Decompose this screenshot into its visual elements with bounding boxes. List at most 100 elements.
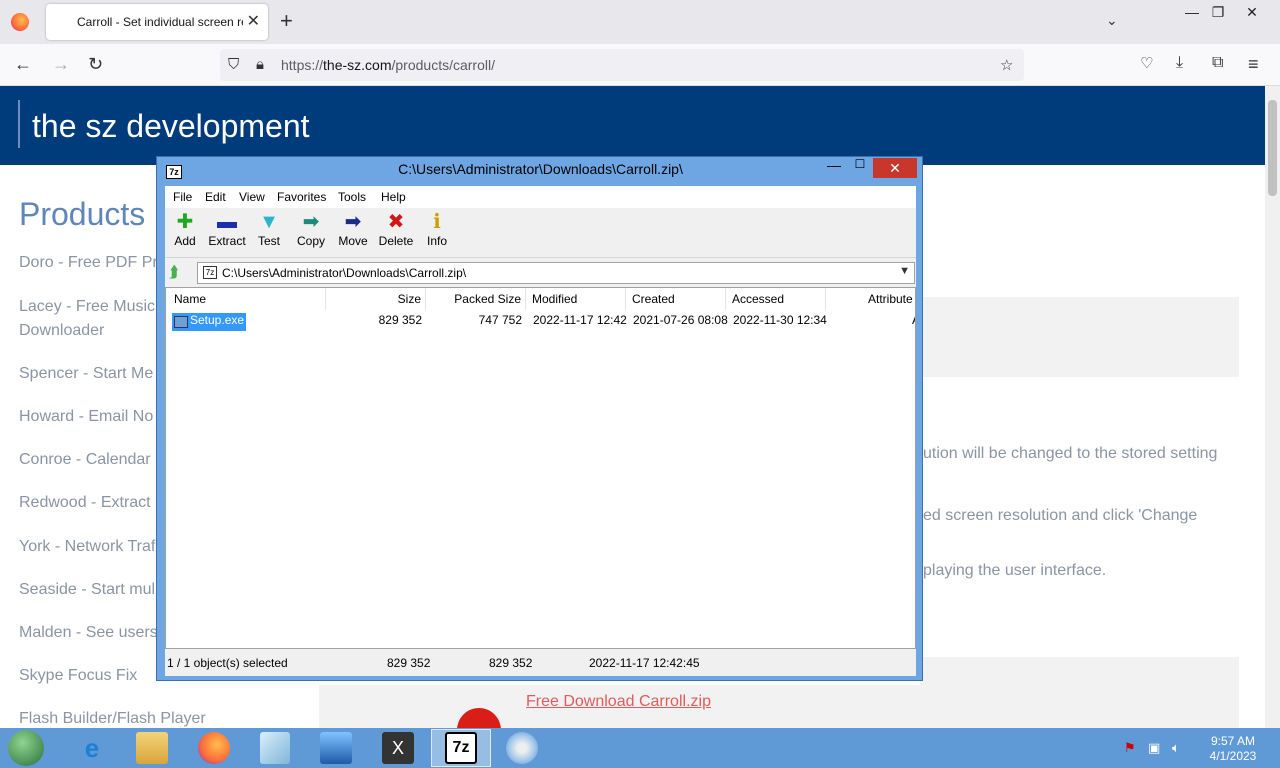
new-tab-button[interactable]: + [280, 8, 293, 34]
product-link[interactable]: Lacey - Free Music [19, 295, 155, 319]
menu-file[interactable]: File [173, 190, 192, 204]
volume-muted-icon[interactable]: 🔈︎ [1172, 740, 1180, 756]
file-accessed: 2022-11-30 12:34 [733, 313, 827, 327]
test-button[interactable]: ▼ Test [249, 210, 289, 248]
window-close-button[interactable]: ✕ [1240, 4, 1264, 21]
7zip-menu-bar: File Edit View Favorites Tools Help [165, 186, 916, 208]
url-bar[interactable]: ⛉ 🔒︎ https://the-sz.com/products/carroll… [220, 49, 1024, 81]
menu-icon[interactable]: ≡ [1248, 54, 1259, 75]
7zip-minimize-button[interactable]: — [824, 157, 844, 177]
notepad-icon[interactable] [260, 732, 290, 764]
file-attributes: A [912, 313, 915, 327]
info-button[interactable]: ℹ Info [417, 210, 457, 248]
screen: Carroll - Set individual screen re ✕ + ⌄… [0, 0, 1280, 768]
column-header-size[interactable]: Size [326, 288, 426, 310]
network-flag-icon[interactable]: ⚑ [1124, 740, 1136, 756]
column-header-modified[interactable]: Modified [526, 288, 626, 310]
7zip-address-row: ⮭ 7z C:\Users\Administrator\Downloads\Ca… [165, 260, 916, 286]
file-size: 829 352 [378, 313, 422, 327]
menu-help[interactable]: Help [381, 190, 406, 204]
window-restore-button[interactable]: ❐ [1206, 4, 1230, 21]
copy-button[interactable]: ➡ Copy [291, 210, 331, 248]
page-scrollbar[interactable] [1265, 86, 1280, 728]
page-scroll-thumb[interactable] [1268, 100, 1277, 196]
x64dbg-icon[interactable]: X [382, 732, 414, 764]
product-link[interactable]: Howard - Email No [19, 405, 153, 429]
browser-tab-bar: Carroll - Set individual screen re ✕ + ⌄… [0, 0, 1280, 44]
window-minimize-button[interactable]: — [1180, 4, 1204, 20]
product-link[interactable]: Skype Focus Fix [19, 664, 137, 688]
file-name[interactable]: Setup.exe [190, 313, 244, 327]
status-size: 829 352 [387, 656, 431, 670]
virtualbox-icon[interactable] [320, 732, 352, 764]
site-brand[interactable]: the sz development [32, 108, 310, 145]
product-link[interactable]: Redwood - Extract [19, 491, 151, 515]
clock-date: 4/1/2023 [1209, 749, 1257, 763]
bookmark-star-icon[interactable]: ☆ [1000, 56, 1013, 74]
7zip-maximize-button[interactable]: ☐ [850, 157, 870, 177]
7zip-file-list[interactable]: Name Size Packed Size Modified Created A… [165, 287, 916, 649]
move-button[interactable]: ➡ Move [333, 210, 373, 248]
product-link[interactable]: Malden - See users [19, 621, 158, 645]
ie-icon[interactable]: e [72, 732, 112, 764]
menu-edit[interactable]: Edit [205, 190, 226, 204]
back-arrow-icon[interactable]: ← [14, 54, 32, 75]
column-header-attributes[interactable]: Attribute [826, 288, 915, 310]
browser-tab[interactable]: Carroll - Set individual screen re ✕ [46, 4, 268, 40]
browser-nav-bar: ← → ↻ ⛉ 🔒︎ https://the-sz.com/products/c… [0, 44, 1280, 86]
system-clock[interactable]: 9:57 AM 4/1/2023 [1198, 734, 1268, 764]
delete-button[interactable]: ✖ Delete [376, 210, 416, 248]
toolbar-label: Extract [208, 234, 246, 248]
column-header-name[interactable]: Name [166, 288, 326, 310]
check-icon: ▼ [259, 211, 279, 233]
arrow-move-icon: ➡ [344, 211, 362, 233]
forward-arrow-icon[interactable]: → [52, 54, 70, 75]
menu-favorites[interactable]: Favorites [277, 190, 326, 204]
firefox-icon[interactable] [11, 13, 29, 31]
7zip-taskbar-icon[interactable]: 7z [445, 732, 477, 764]
chevron-down-icon[interactable]: ▼ [899, 265, 910, 277]
content-box [920, 297, 1239, 377]
column-header-packed-size[interactable]: Packed Size [426, 288, 526, 310]
column-header-created[interactable]: Created [626, 288, 726, 310]
7zip-address-combo[interactable]: 7z C:\Users\Administrator\Downloads\Carr… [197, 262, 915, 284]
product-link[interactable]: Downloader [19, 319, 104, 343]
address-text: C:\Users\Administrator\Downloads\Carroll… [222, 266, 467, 280]
menu-view[interactable]: View [239, 190, 265, 204]
lock-icon[interactable]: 🔒︎ [256, 56, 264, 73]
minus-icon: ▬ [217, 211, 237, 233]
plus-icon: ✚ [176, 211, 194, 233]
menu-tools[interactable]: Tools [338, 190, 366, 204]
shield-icon[interactable]: ⛉ [228, 56, 239, 73]
start-button[interactable] [8, 730, 44, 766]
file-explorer-icon[interactable] [136, 732, 168, 764]
column-header-accessed[interactable]: Accessed [726, 288, 826, 310]
extract-button[interactable]: ▬ Extract [207, 210, 247, 248]
extensions-icon[interactable]: ⧉ [1212, 54, 1223, 72]
toolbar-label: Test [257, 234, 280, 248]
clock-time: 9:57 AM [1210, 734, 1256, 748]
product-link[interactable]: York - Network Traf [19, 535, 155, 559]
toolbar-label: Move [338, 234, 368, 248]
download-link[interactable]: Free Download Carroll.zip [526, 693, 711, 711]
network-icon[interactable]: ▣ [1148, 740, 1160, 756]
firefox-taskbar-icon[interactable] [198, 732, 230, 764]
7zip-close-button[interactable]: ✕ [873, 158, 917, 178]
product-link[interactable]: Conroe - Calendar [19, 448, 151, 472]
7zip-window: 7z C:\Users\Administrator\Downloads\Carr… [156, 156, 923, 681]
reload-icon[interactable]: ↻ [88, 54, 103, 75]
site-header: the sz development [0, 86, 1265, 165]
product-link[interactable]: Spencer - Start Me [19, 362, 153, 386]
tab-list-chevron-icon[interactable]: ⌄ [1106, 12, 1118, 29]
toolbar-label: Delete [378, 234, 414, 248]
pocket-icon[interactable]: ♡ [1140, 54, 1153, 72]
tab-close-icon[interactable]: ✕ [247, 11, 260, 31]
folder-up-icon[interactable]: ⮭ [169, 264, 178, 282]
product-link[interactable]: Doro - Free PDF Pr [19, 251, 158, 275]
exe-file-icon [174, 316, 188, 328]
downloads-icon[interactable]: ⤓ [1176, 54, 1183, 72]
disc-burner-icon[interactable] [506, 732, 538, 764]
body-text-line: playing the user interface. [923, 562, 1107, 579]
add-button[interactable]: ✚ Add [165, 210, 205, 248]
product-link[interactable]: Seaside - Start mul [19, 578, 155, 602]
